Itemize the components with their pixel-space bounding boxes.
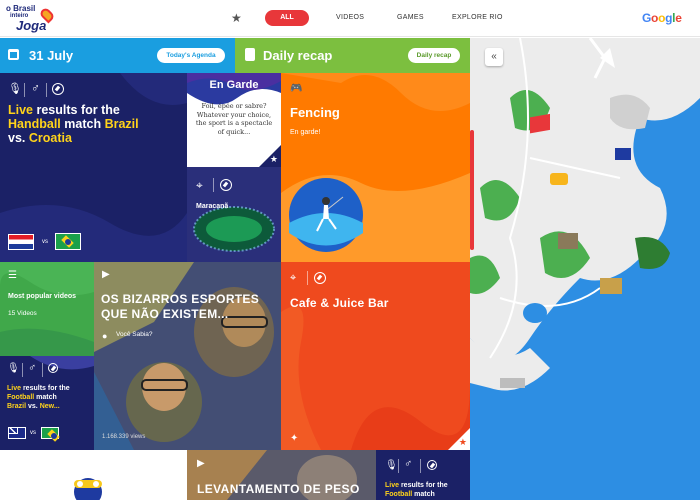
play-icon: ▶ <box>197 458 205 469</box>
playlist-icon: ☰ <box>8 270 17 281</box>
logo-line3: Joga <box>16 18 47 33</box>
document-icon <box>245 48 255 61</box>
fencing-subtitle: En garde! <box>290 129 321 136</box>
maracana-card[interactable]: ⌖ Maracanã <box>187 167 281 262</box>
brazil-flag <box>55 233 81 250</box>
recap-strip: Daily recap Daily recap <box>235 38 470 73</box>
star-icon: ★ <box>458 437 467 447</box>
logo-line1: o Brasil <box>6 4 36 13</box>
compass-icon <box>427 460 437 470</box>
nav-videos-link[interactable]: VIDEOS <box>336 14 364 21</box>
character-card[interactable] <box>0 450 187 500</box>
bizarros-title: OS BIZARROS ESPORTES QUE NÃO EXISTEM... <box>101 292 260 321</box>
new-zealand-flag <box>8 427 26 439</box>
compass-icon <box>48 363 58 373</box>
microphone-icon: 🎙 <box>7 363 20 374</box>
medal-icon: ♂ <box>404 458 413 470</box>
en-garde-title: En Garde <box>209 79 259 91</box>
football-headline: Live results for the Football match Braz… <box>7 385 70 410</box>
location-list-icon: ⌖ <box>290 272 297 284</box>
map-collapse-button[interactable]: « <box>485 48 503 66</box>
microphone-icon: 🎙 <box>385 460 398 471</box>
weightlifting-title: LEVANTAMENTO DE PESO <box>197 482 360 496</box>
handball-headline: Live results for the Handball match Braz… <box>8 103 139 145</box>
cafe-title: Cafe & Juice Bar <box>290 296 389 310</box>
football-live-card[interactable]: 🎙 ♂ Live results for the Football match … <box>0 356 94 450</box>
person-icon: ● <box>102 331 108 341</box>
fencing-title: Fencing <box>290 105 340 120</box>
football-live-card-2[interactable]: 🎙 ♂ Live results for the Football match <box>376 450 470 500</box>
microphone-icon: 🎙 <box>8 83 22 95</box>
star-icon: ★ <box>269 154 278 164</box>
medal-icon: ♂ <box>28 362 37 374</box>
en-garde-description: Foil, épée or sabre? Whatever your choic… <box>195 102 273 136</box>
sparkle-icon: ✦ <box>290 433 299 444</box>
map-illustration <box>470 38 700 391</box>
football-headline-2: Live results for the Football match <box>385 482 448 498</box>
recap-title: Daily recap <box>263 48 333 63</box>
top-bar: o Brasil inteiro Joga ★ ALL VIDEOS GAMES… <box>0 0 700 37</box>
calendar-icon <box>8 49 19 60</box>
popular-count: 15 Videos <box>8 310 37 317</box>
bizarros-video-card[interactable]: ▶ OS BIZARROS ESPORTES QUE NÃO EXISTEM..… <box>94 262 281 450</box>
agenda-date: 31 July <box>29 48 74 63</box>
compass-icon <box>52 83 64 95</box>
agenda-strip: 31 July Today's Agenda <box>0 38 235 73</box>
gamepad-icon: 🎮 <box>290 83 303 94</box>
location-pin-icon: ⌖ <box>196 178 203 192</box>
rio-map[interactable] <box>470 38 700 500</box>
croatia-flag <box>8 234 34 250</box>
nav-all-button[interactable]: ALL <box>265 10 309 26</box>
en-garde-card[interactable]: En Garde Foil, épée or sabre? Whatever y… <box>187 73 281 167</box>
maracana-label: Maracanã <box>196 203 229 210</box>
nav-explore-rio-link[interactable]: EXPLORE RIO <box>452 14 503 21</box>
scroll-indicator[interactable] <box>470 130 474 250</box>
most-popular-videos-card[interactable]: ☰ Most popular videos 15 Videos <box>0 262 94 356</box>
nav-games-link[interactable]: GAMES <box>397 14 424 21</box>
popular-title: Most popular videos <box>8 293 77 300</box>
bizarros-subtitle: Você Sabia? <box>116 331 153 338</box>
google-logo: Google <box>642 11 682 25</box>
handball-live-card[interactable]: 🎙 ♂ Live results for the Handball match … <box>0 73 187 262</box>
site-logo[interactable]: o Brasil inteiro Joga <box>6 4 56 34</box>
brazil-flag <box>41 427 59 439</box>
compass-icon <box>220 179 232 191</box>
todays-agenda-button[interactable]: Today's Agenda <box>157 48 225 63</box>
fencing-card[interactable]: 🎮 Fencing En garde! <box>281 73 470 262</box>
daily-recap-button[interactable]: Daily recap <box>408 48 460 63</box>
favorites-star-icon[interactable]: ★ <box>231 11 242 25</box>
play-icon: ▶ <box>102 269 110 280</box>
weightlifting-video-card[interactable]: ▶ LEVANTAMENTO DE PESO <box>187 450 376 500</box>
compass-icon <box>314 272 326 284</box>
cafe-juice-bar-card[interactable]: ⌖ Cafe & Juice Bar ✦ ★ <box>281 262 470 450</box>
bizarros-views: 1.168.339 views <box>102 434 146 440</box>
medal-icon: ♂ <box>31 81 40 95</box>
